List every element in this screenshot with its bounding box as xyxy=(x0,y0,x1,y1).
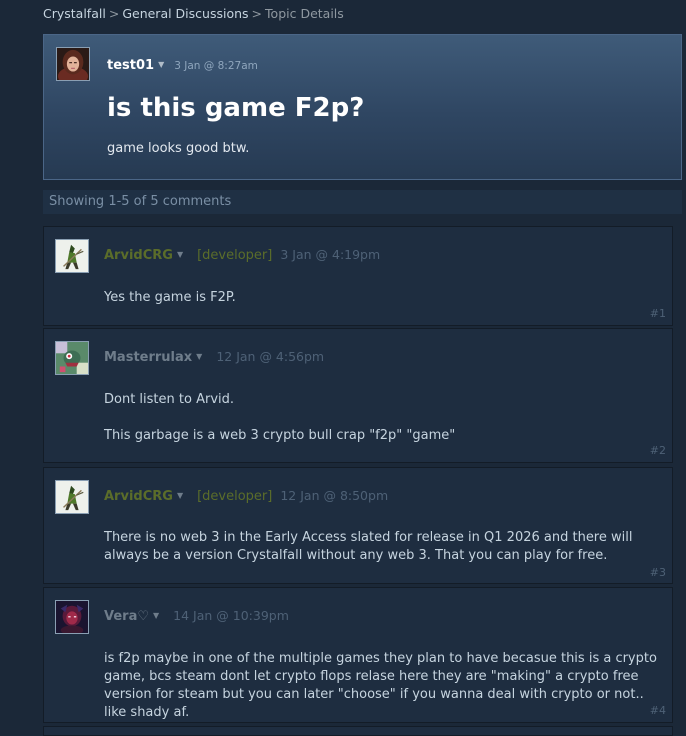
comment-date: 12 Jan @ 8:50pm xyxy=(280,488,389,503)
comment: ArvidCRG ▼ [developer] 12 Jan @ 8:50pm Ther… xyxy=(43,467,673,584)
avatar-elf-icon xyxy=(56,240,88,272)
dropdown-caret-icon[interactable]: ▼ xyxy=(177,250,183,259)
comment-author[interactable]: ArvidCRG xyxy=(104,248,173,263)
comment: ArvidCRG ▼ [developer] 3 Jan @ 4:19pm Yes t… xyxy=(43,226,673,326)
avatar-dark-figure-icon xyxy=(56,601,88,633)
topic-author-name[interactable]: test01 xyxy=(107,58,154,73)
comment: Masterrulax ▼ 12 Jan @ 4:56pm Dont listen … xyxy=(43,328,673,463)
comment: Vera♡ ▼ 14 Jan @ 10:39pm is f2p maybe in o… xyxy=(43,587,673,723)
comment-header: ArvidCRG ▼ [developer] 12 Jan @ 8:50pm xyxy=(104,488,388,504)
comment-body: is f2p maybe in one of the multiple game… xyxy=(104,650,658,722)
comment-avatar[interactable] xyxy=(55,480,89,514)
comment-header: Masterrulax ▼ 12 Jan @ 4:56pm xyxy=(104,349,324,365)
topic-author-avatar[interactable] xyxy=(56,47,90,81)
comment-body: There is no web 3 in the Early Access sl… xyxy=(104,529,658,565)
comment-author[interactable]: Vera♡ xyxy=(104,609,149,624)
avatar-photo-icon xyxy=(57,48,89,80)
topic-author-line: test01 ▼ 3 Jan @ 8:27am xyxy=(107,54,258,73)
topic-header: test01 ▼ 3 Jan @ 8:27am is this game F2p? … xyxy=(43,34,682,180)
dropdown-caret-icon[interactable]: ▼ xyxy=(177,491,183,500)
comment xyxy=(43,726,673,736)
comment-avatar[interactable] xyxy=(55,341,89,375)
comment-text: This garbage is a web 3 crypto bull crap… xyxy=(104,428,456,443)
comment-number[interactable]: #2 xyxy=(650,444,666,457)
comment-author[interactable]: Masterrulax xyxy=(104,350,192,365)
comment-header: Vera♡ ▼ 14 Jan @ 10:39pm xyxy=(104,608,289,624)
dropdown-caret-icon[interactable]: ▼ xyxy=(158,60,164,69)
topic-body: game looks good btw. xyxy=(107,141,250,156)
breadcrumb-crystalfall[interactable]: Crystalfall xyxy=(43,6,106,21)
developer-badge: [developer] xyxy=(197,248,273,263)
comment-count: Showing 1-5 of 5 comments xyxy=(43,190,682,214)
comment-text: Yes the game is F2P. xyxy=(104,290,236,305)
comment-avatar[interactable] xyxy=(55,239,89,273)
comment-text: Dont listen to Arvid. xyxy=(104,392,235,407)
topic-title: is this game F2p? xyxy=(107,93,365,123)
topic-date: 3 Jan @ 8:27am xyxy=(174,60,258,72)
comment-date: 12 Jan @ 4:56pm xyxy=(216,349,325,364)
dropdown-caret-icon[interactable]: ▼ xyxy=(153,611,159,620)
comment-text: is f2p maybe in one of the multiple game… xyxy=(104,651,657,720)
comment-body: Yes the game is F2P. xyxy=(104,289,658,307)
comment-author[interactable]: ArvidCRG xyxy=(104,489,173,504)
avatar-elf-icon xyxy=(56,481,88,513)
developer-badge: [developer] xyxy=(197,489,273,504)
comment-number[interactable]: #4 xyxy=(650,704,666,717)
avatar-creature-icon xyxy=(56,342,88,374)
comment-date: 3 Jan @ 4:19pm xyxy=(280,247,381,262)
breadcrumb-topic-details: Topic Details xyxy=(265,6,344,21)
comment-header: ArvidCRG ▼ [developer] 3 Jan @ 4:19pm xyxy=(104,247,380,263)
comment-number[interactable]: #1 xyxy=(650,307,666,320)
comment-number[interactable]: #3 xyxy=(650,566,666,579)
comment-date: 14 Jan @ 10:39pm xyxy=(173,608,289,623)
dropdown-caret-icon[interactable]: ▼ xyxy=(196,352,202,361)
breadcrumb-general-discussions[interactable]: General Discussions xyxy=(122,6,248,21)
breadcrumb-separator: > xyxy=(108,6,120,21)
comment-text: There is no web 3 in the Early Access sl… xyxy=(104,530,633,563)
comment-body: Dont listen to Arvid. This garbage is a … xyxy=(104,391,658,445)
comment-avatar[interactable] xyxy=(55,600,89,634)
breadcrumb-separator: > xyxy=(251,6,263,21)
breadcrumb: Crystalfall > General Discussions > Topic De… xyxy=(43,6,344,21)
